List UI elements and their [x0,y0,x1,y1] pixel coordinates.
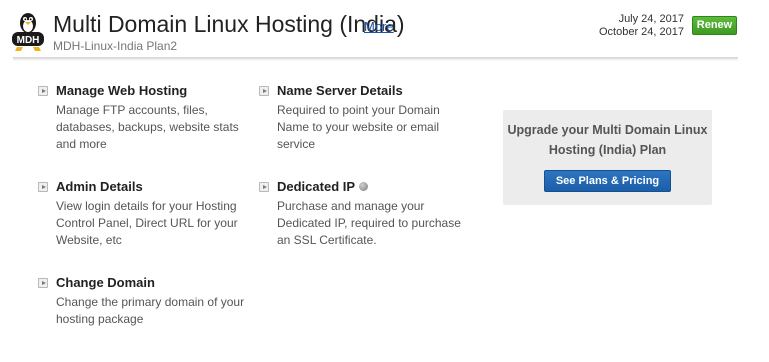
feature-description: Purchase and manage your Dedicated IP, r… [277,199,461,247]
feature-title[interactable]: Change Domain [56,275,155,290]
feature-change-domain[interactable]: Change Domain Change the primary domain … [38,275,244,330]
feature-title[interactable]: Admin Details [56,179,143,194]
arrow-right-icon[interactable] [259,182,269,192]
renew-button[interactable]: Renew [692,16,737,35]
arrow-right-icon[interactable] [38,182,48,192]
upgrade-text: Upgrade your Multi Domain Linux Hosting … [507,123,708,157]
logo-text: MDH [17,35,40,46]
arrow-right-icon[interactable] [259,86,269,96]
start-date: July 24, 2017 [618,13,684,25]
feature-description: Manage FTP accounts, files, databases, b… [56,103,239,151]
feature-title[interactable]: Name Server Details [277,83,403,98]
hosting-product-page: MDH Multi Domain Linux Hosting (India) M… [0,0,769,362]
arrow-right-icon[interactable] [38,86,48,96]
feature-description: Required to point your Domain Name to yo… [277,103,440,151]
feature-title[interactable]: Manage Web Hosting [56,83,187,98]
feature-title-wrap[interactable]: Dedicated IP [277,179,369,194]
feature-title[interactable]: Dedicated IP [277,179,355,194]
upgrade-panel: Upgrade your Multi Domain Linux Hosting … [503,110,712,205]
page-title: Multi Domain Linux Hosting (India) [53,11,405,37]
see-plans-pricing-button[interactable]: See Plans & Pricing [544,170,671,192]
feature-dedicated-ip[interactable]: Dedicated IP Purchase and manage your De… [259,179,461,249]
feature-name-server-details[interactable]: Name Server Details Required to point yo… [259,83,459,153]
plan-name: MDH-Linux-India Plan2 [53,39,178,53]
feature-description: Change the primary domain of your hostin… [56,295,245,326]
linux-penguin-logo-icon: MDH [10,10,46,52]
service-dates: July 24, 2017 October 24, 2017 [599,13,684,39]
feature-manage-web-hosting[interactable]: Manage Web Hosting Manage FTP accounts, … [38,83,239,153]
arrow-right-icon[interactable] [38,278,48,288]
feature-description: View login details for your Hosting Cont… [56,199,238,247]
status-dot-icon [359,182,369,191]
header-divider [13,57,738,61]
expiry-date: October 24, 2017 [598,26,684,38]
more-link[interactable]: More [364,19,394,34]
feature-admin-details[interactable]: Admin Details View login details for you… [38,179,238,249]
